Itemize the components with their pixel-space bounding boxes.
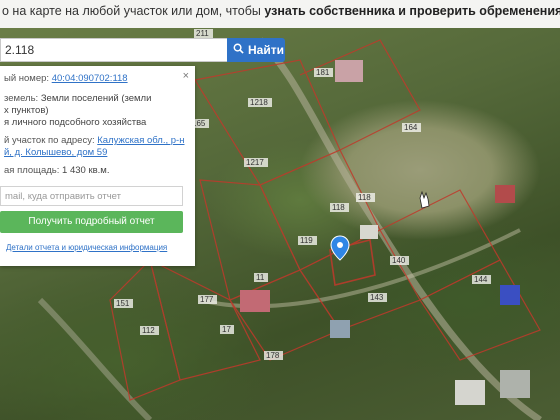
email-field[interactable]: mail, куда отправить отчет	[0, 186, 183, 206]
plot-number-label[interactable]: 11	[256, 273, 265, 282]
plot-number-label[interactable]: 119	[300, 236, 313, 245]
address-row-2: й, д. Колышево, дом 59	[4, 147, 107, 158]
close-icon[interactable]: ×	[183, 70, 189, 82]
plot-number-label[interactable]: 211	[196, 29, 209, 38]
plot-number-label[interactable]: 1217	[246, 158, 264, 167]
plot-number-label[interactable]: 164	[404, 123, 418, 132]
plot-number-label[interactable]: 17	[222, 325, 231, 334]
land-category-value-2: х пунктов)	[4, 105, 49, 116]
cadastral-number-label: ый номер:	[4, 73, 50, 84]
road	[37, 297, 153, 420]
plot-number-label[interactable]: 140	[392, 256, 406, 265]
plot-number-label[interactable]: 118	[358, 193, 371, 202]
area-row: ая площадь: 1 430 кв.м.	[4, 165, 109, 176]
land-category-value: Земли поселений (земли	[40, 93, 152, 104]
building-roof	[330, 320, 350, 338]
area-value: 1 430 кв.м.	[62, 165, 110, 176]
building-roof	[360, 225, 378, 239]
plot-number-label[interactable]: 144	[474, 275, 488, 284]
plot-number-label[interactable]: 178	[266, 351, 280, 360]
search-icon	[233, 38, 245, 62]
land-category-label: земель:	[4, 93, 39, 104]
building-roof	[455, 380, 485, 405]
address-link-2[interactable]: й, д. Колышево, дом 59	[4, 147, 107, 158]
parcel-info-panel: × ый номер: 40:04:090702:118 земель: Зем…	[0, 66, 195, 266]
location-pin-icon[interactable]	[330, 235, 350, 261]
search-bar: 2.118 Найти	[0, 38, 286, 62]
land-category-row: земель: Земли поселений (земли	[4, 93, 151, 104]
building-roof	[240, 290, 270, 312]
get-report-button[interactable]: Получить подробный отчет	[0, 211, 183, 233]
search-input[interactable]: 2.118	[0, 38, 227, 62]
permitted-use-value: я личного подсобного хозяйства	[4, 117, 147, 128]
permitted-use-row: я личного подсобного хозяйства	[4, 117, 146, 128]
plot-number-label[interactable]: 118	[332, 203, 345, 212]
plot-number-label[interactable]: 151	[116, 299, 130, 308]
plot-number-label[interactable]: 112	[142, 326, 155, 335]
building-roof	[495, 185, 515, 203]
land-category-row-2: х пунктов)	[4, 105, 49, 116]
building-roof	[500, 370, 530, 398]
plot-number-label[interactable]: 177	[200, 295, 214, 304]
cadastral-number-link[interactable]: 40:04:090702:118	[52, 73, 128, 84]
search-button-label: Найти	[248, 43, 284, 57]
plot-number-label[interactable]: 181	[316, 68, 330, 77]
address-label: й участок по адресу:	[4, 135, 95, 146]
details-link[interactable]: Детали отчета и юридическая информация	[6, 243, 167, 252]
search-button[interactable]: Найти	[227, 38, 285, 62]
road	[257, 37, 542, 420]
cadastral-number-row: ый номер: 40:04:090702:118	[4, 73, 128, 84]
area-label: ая площадь:	[4, 165, 60, 176]
address-row: й участок по адресу: Калужская обл., р-н	[4, 135, 184, 146]
instruction-text: о на карте на любой участок или дом, что…	[2, 4, 265, 18]
plot-number-label[interactable]: 143	[370, 293, 384, 302]
building-roof	[335, 60, 363, 82]
plot-number-label[interactable]: 1218	[250, 98, 268, 107]
instruction-bold-text: узнать собственника и проверить обремене…	[264, 4, 560, 18]
address-link-1[interactable]: Калужская обл., р-н	[97, 135, 184, 146]
instruction-banner: о на карте на любой участок или дом, что…	[0, 0, 560, 28]
hand-cursor-icon	[419, 190, 430, 209]
building-roof	[500, 285, 520, 305]
